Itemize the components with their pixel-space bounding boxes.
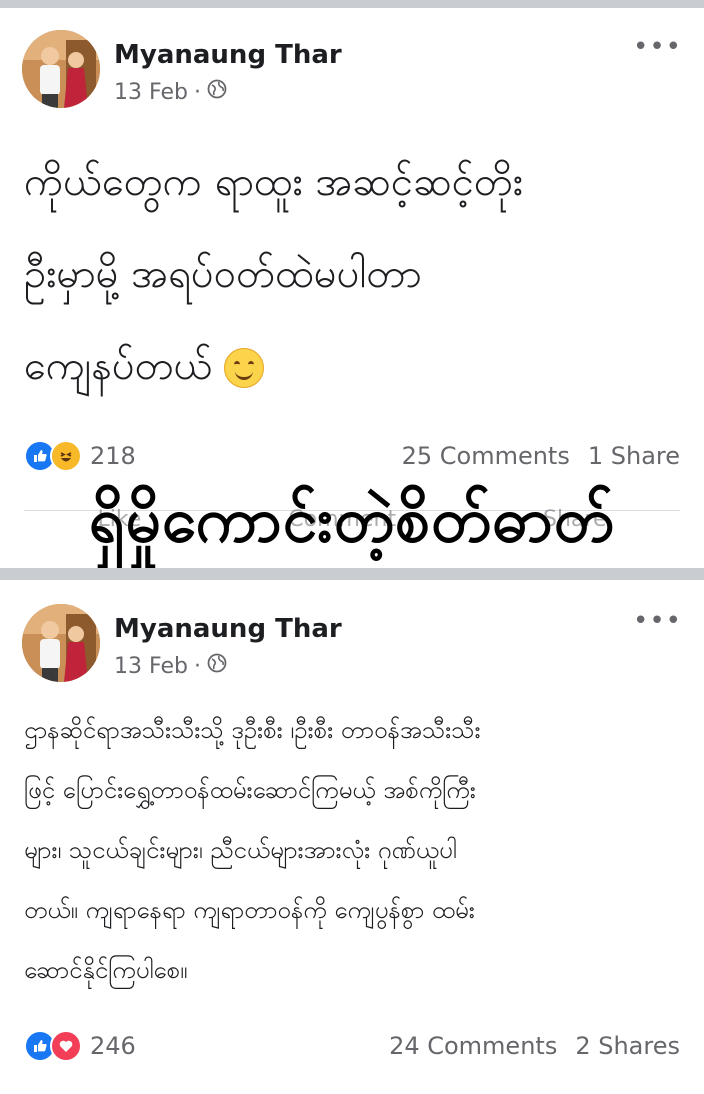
more-options-button[interactable]: ••• <box>633 32 682 62</box>
post-card: Myanaung Thar 13 Feb · ••• ဌာနဆိုင်ရာအသီ… <box>0 580 704 1094</box>
post-text-line: ကိုယ်တွေက ရာထူး အဆင့်ဆင့်တိုး <box>24 159 523 205</box>
post-text-line: များ၊ သူငယ်ချင်းများ၊ ညီငယ်များအားလုံး ဂ… <box>24 836 457 864</box>
post-date[interactable]: 13 Feb <box>114 654 188 679</box>
shares-count-link[interactable]: 2 Shares <box>575 1032 680 1060</box>
post-meta: 13 Feb · <box>114 653 227 679</box>
love-reaction-icon <box>50 1030 82 1062</box>
globe-icon <box>207 653 227 679</box>
comments-count-link[interactable]: 24 Comments <box>389 1032 557 1060</box>
post-text: ဌာနဆိုင်ရာအသီးသီးသို့ ဒုဦးစီး ၊ဦးစီး တာဝ… <box>24 700 684 1000</box>
reaction-count: 218 <box>90 442 136 470</box>
post-stats: 218 25 Comments 1 Share <box>24 440 680 472</box>
more-options-button[interactable]: ••• <box>633 606 682 636</box>
overlay-caption: ရှိမှိုကောင်းတဲ့စိတ်ဓာတ် <box>88 483 616 556</box>
post-divider <box>0 568 704 580</box>
smiling-face-icon <box>224 348 265 388</box>
post-text-line: တယ်။ ကျရာနေရာ ကျရာတာဝန်ကို ကျေပွန်စွာ ထမ… <box>24 896 475 924</box>
reaction-count: 246 <box>90 1032 136 1060</box>
author-name[interactable]: Myanaung Thar <box>114 40 342 70</box>
post-text-line: ဦးမှာမို့ အရပ်ဝတ်ထဲမပါတာ <box>24 251 422 297</box>
post-text-line: ဌာနဆိုင်ရာအသီးသီးသို့ ဒုဦးစီး ၊ဦးစီး တာဝ… <box>24 716 481 744</box>
post-date[interactable]: 13 Feb <box>114 80 188 105</box>
meta-separator: · <box>193 653 201 679</box>
haha-reaction-icon <box>50 440 82 472</box>
reactions[interactable]: 218 <box>24 440 136 472</box>
shares-count-link[interactable]: 1 Share <box>588 442 680 470</box>
avatar[interactable] <box>22 604 100 682</box>
post-meta: 13 Feb · <box>114 79 227 105</box>
post-text-line: ကျေနပ်တယ် <box>24 320 674 412</box>
comments-count-link[interactable]: 25 Comments <box>402 442 570 470</box>
post-text: ကိုယ်တွေက ရာထူး အဆင့်ဆင့်တိုး ဦးမှာမို့ … <box>24 136 674 412</box>
post-card: Myanaung Thar 13 Feb · ••• ကိုယ်တွေက ရာထ… <box>0 8 704 568</box>
author-name[interactable]: Myanaung Thar <box>114 614 342 644</box>
post-text-line: ဆောင်နိုင်ကြပါစေ။ <box>24 956 188 984</box>
meta-separator: · <box>193 79 201 105</box>
post-text-line: ဖြင့် ပြောင်းရွှေ့တာဝန်ထမ်းဆောင်ကြမယ့် အ… <box>24 776 476 804</box>
avatar[interactable] <box>22 30 100 108</box>
top-divider <box>0 0 704 8</box>
reactions[interactable]: 246 <box>24 1030 136 1062</box>
globe-icon <box>207 79 227 105</box>
post-stats: 246 24 Comments 2 Shares <box>24 1030 680 1062</box>
